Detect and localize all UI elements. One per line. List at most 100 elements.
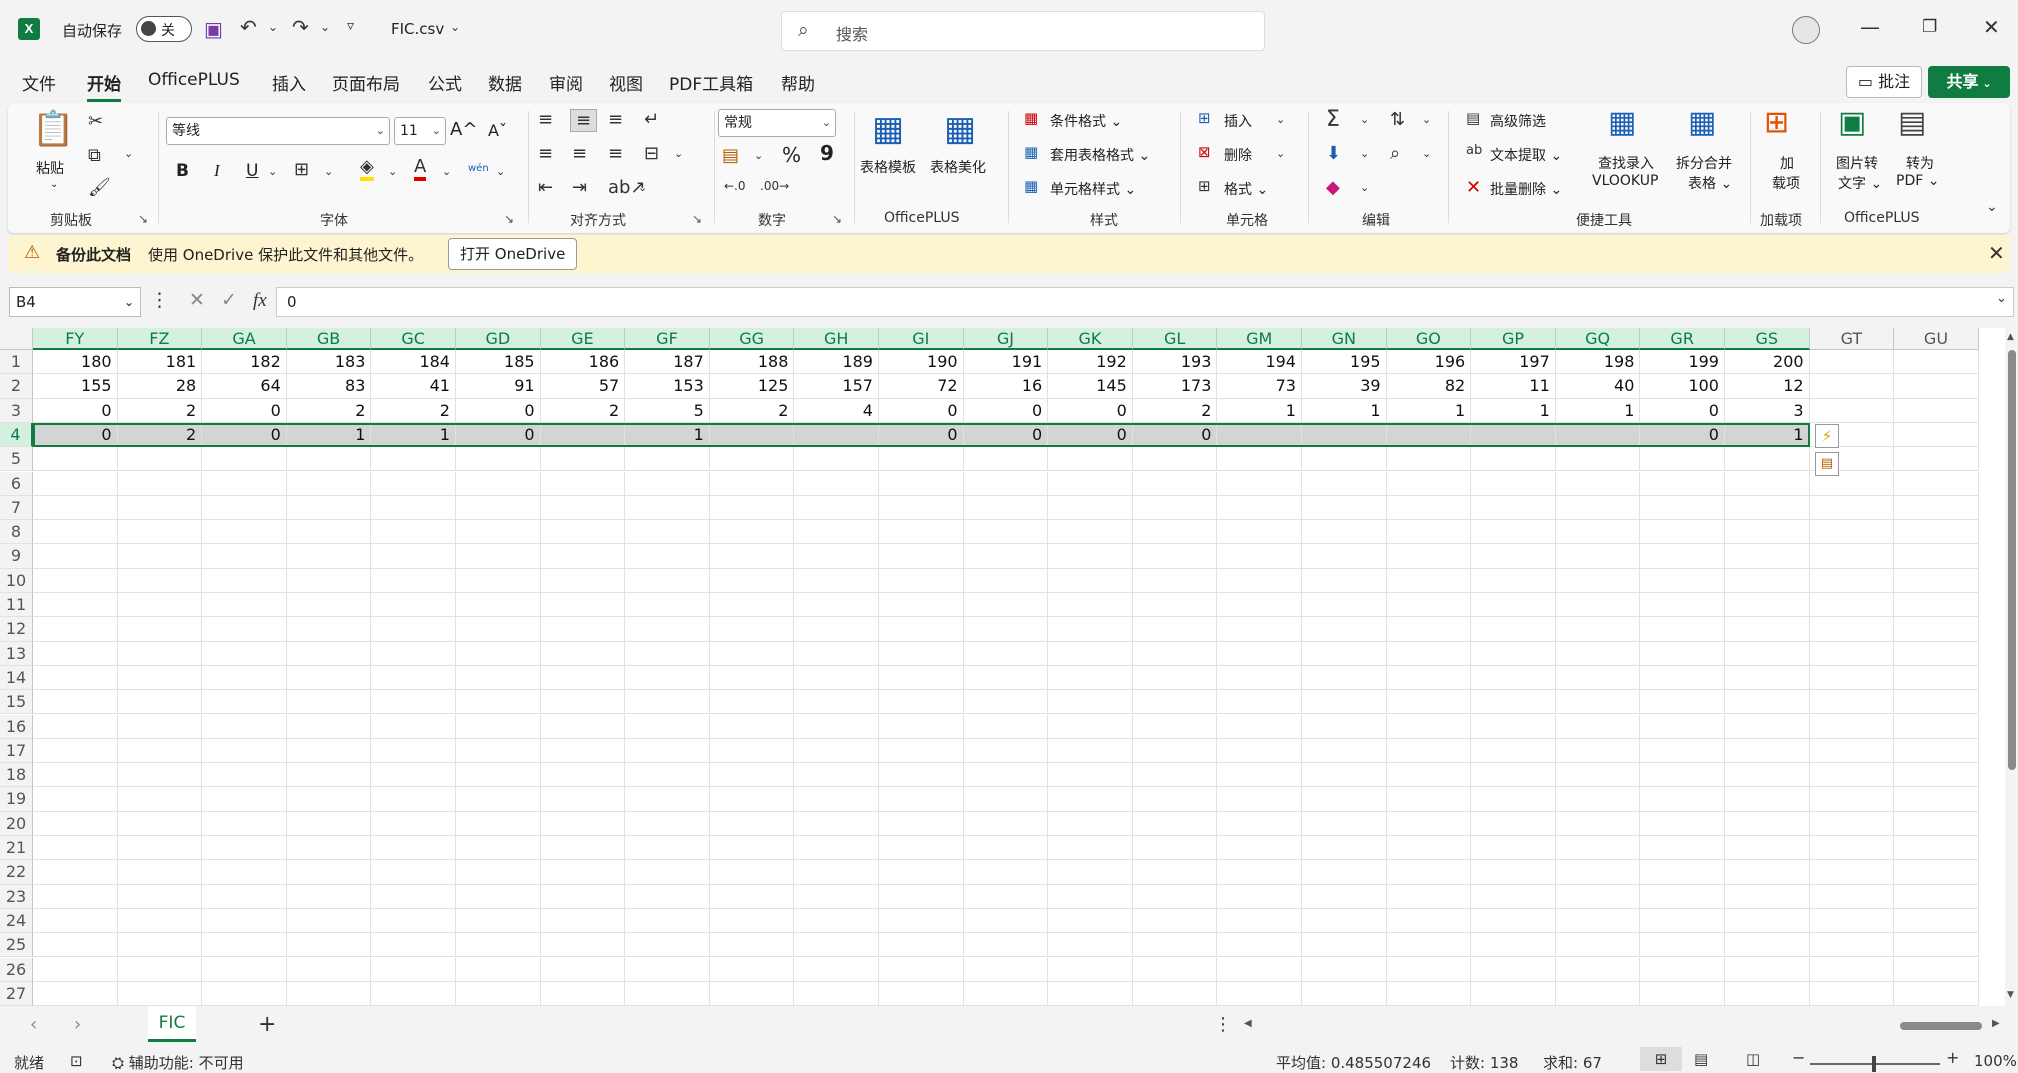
column-header[interactable]: GQ: [1555, 328, 1641, 350]
cell[interactable]: [1217, 836, 1302, 861]
cell[interactable]: 0: [202, 422, 287, 448]
cell[interactable]: [1640, 763, 1725, 788]
fill-color-dropdown-icon[interactable]: ⌄: [388, 165, 397, 178]
tab-page-layout[interactable]: 页面布局: [332, 70, 400, 95]
cell[interactable]: [1725, 811, 1810, 836]
cell[interactable]: [33, 447, 118, 472]
cell[interactable]: [963, 811, 1049, 836]
format-as-table-label[interactable]: 套用表格格式 ⌄: [1050, 145, 1150, 165]
restore-icon[interactable]: ❐: [1922, 17, 1937, 37]
cell[interactable]: [33, 738, 118, 764]
cell[interactable]: [1386, 908, 1472, 934]
undo-icon[interactable]: ↶: [240, 15, 257, 39]
cell[interactable]: [117, 495, 203, 521]
cell[interactable]: [1302, 738, 1387, 764]
cell[interactable]: [202, 933, 287, 958]
cell[interactable]: 0: [879, 398, 964, 423]
cell[interactable]: [456, 520, 541, 545]
redo-icon[interactable]: ↷: [292, 15, 309, 39]
cell[interactable]: [1555, 593, 1641, 618]
accounting-dropdown-icon[interactable]: ⌄: [754, 149, 763, 162]
cell[interactable]: [286, 981, 372, 1007]
cell[interactable]: [286, 787, 372, 812]
cell[interactable]: [540, 593, 626, 618]
bold-button[interactable]: B: [176, 161, 189, 181]
table-template-icon[interactable]: ▦: [872, 109, 904, 149]
cell[interactable]: [1386, 714, 1472, 739]
cell[interactable]: [1809, 398, 1895, 423]
cell[interactable]: [1725, 957, 1810, 982]
cell[interactable]: 64: [202, 374, 287, 399]
cell[interactable]: [1302, 787, 1387, 812]
cell[interactable]: 2: [371, 398, 456, 423]
file-name[interactable]: FIC.csv: [391, 20, 444, 38]
cell[interactable]: [1386, 933, 1472, 958]
merge-center-icon[interactable]: ⊟: [644, 143, 659, 164]
cell[interactable]: [540, 422, 626, 448]
cell[interactable]: [33, 787, 118, 812]
cell[interactable]: [963, 860, 1049, 885]
cell[interactable]: [625, 690, 710, 715]
cell[interactable]: [286, 568, 372, 593]
cell[interactable]: 187: [625, 350, 710, 375]
formula-input[interactable]: 0: [276, 287, 2014, 317]
horizontal-scroll-thumb[interactable]: [1900, 1022, 1982, 1030]
cell[interactable]: 182: [202, 350, 287, 375]
vertical-scrollbar[interactable]: ▲ ▼: [2005, 328, 2018, 1006]
cell[interactable]: [1048, 811, 1133, 836]
cell[interactable]: [963, 787, 1049, 812]
cell[interactable]: [625, 836, 710, 861]
cell[interactable]: [1809, 665, 1895, 691]
cell[interactable]: [456, 714, 541, 739]
sort-filter-dropdown-icon[interactable]: ⌄: [1422, 113, 1431, 126]
cut-icon[interactable]: ✂: [88, 111, 103, 132]
cell[interactable]: [286, 933, 372, 958]
cell[interactable]: [1471, 787, 1556, 812]
cell[interactable]: [1894, 763, 1979, 788]
cell[interactable]: [1048, 641, 1133, 666]
cell[interactable]: [963, 447, 1049, 472]
cell[interactable]: [1725, 495, 1810, 521]
cell[interactable]: [540, 811, 626, 836]
cell[interactable]: [1471, 690, 1556, 715]
cell[interactable]: [286, 690, 372, 715]
cell[interactable]: [963, 665, 1049, 691]
cell[interactable]: [1894, 641, 1979, 666]
column-header[interactable]: GS: [1725, 328, 1810, 350]
cell[interactable]: [625, 908, 710, 934]
cell[interactable]: [1132, 617, 1218, 642]
cell[interactable]: 185: [456, 350, 541, 375]
cell[interactable]: [1132, 665, 1218, 691]
table-beautify-label[interactable]: 表格美化: [930, 157, 986, 177]
cell[interactable]: [1809, 933, 1895, 958]
cell[interactable]: [879, 544, 964, 569]
cell[interactable]: 91: [456, 374, 541, 399]
cell[interactable]: [456, 617, 541, 642]
format-as-table-icon[interactable]: ▦: [1024, 143, 1038, 161]
cell[interactable]: [1555, 690, 1641, 715]
cell[interactable]: [963, 617, 1049, 642]
cell[interactable]: [963, 593, 1049, 618]
cell[interactable]: [1048, 495, 1133, 521]
cell[interactable]: [1471, 665, 1556, 691]
cell[interactable]: [1386, 520, 1472, 545]
cell[interactable]: [794, 981, 879, 1007]
cell[interactable]: [1217, 933, 1302, 958]
enter-formula-icon[interactable]: ✓: [221, 289, 237, 311]
cell[interactable]: [1809, 568, 1895, 593]
decrease-decimal-icon[interactable]: .00→: [760, 179, 789, 193]
cell[interactable]: [1640, 981, 1725, 1007]
cell[interactable]: 1: [371, 422, 456, 448]
cell[interactable]: [1217, 714, 1302, 739]
split-merge-icon[interactable]: ▦: [1688, 105, 1716, 140]
cell[interactable]: [117, 763, 203, 788]
cell[interactable]: [1386, 836, 1472, 861]
cell[interactable]: [794, 520, 879, 545]
cell[interactable]: [794, 884, 879, 909]
cell[interactable]: 41: [371, 374, 456, 399]
cell[interactable]: [1725, 641, 1810, 666]
cell[interactable]: [1386, 738, 1472, 764]
cell[interactable]: [1894, 350, 1979, 375]
cell[interactable]: [33, 908, 118, 934]
cell[interactable]: [540, 495, 626, 521]
